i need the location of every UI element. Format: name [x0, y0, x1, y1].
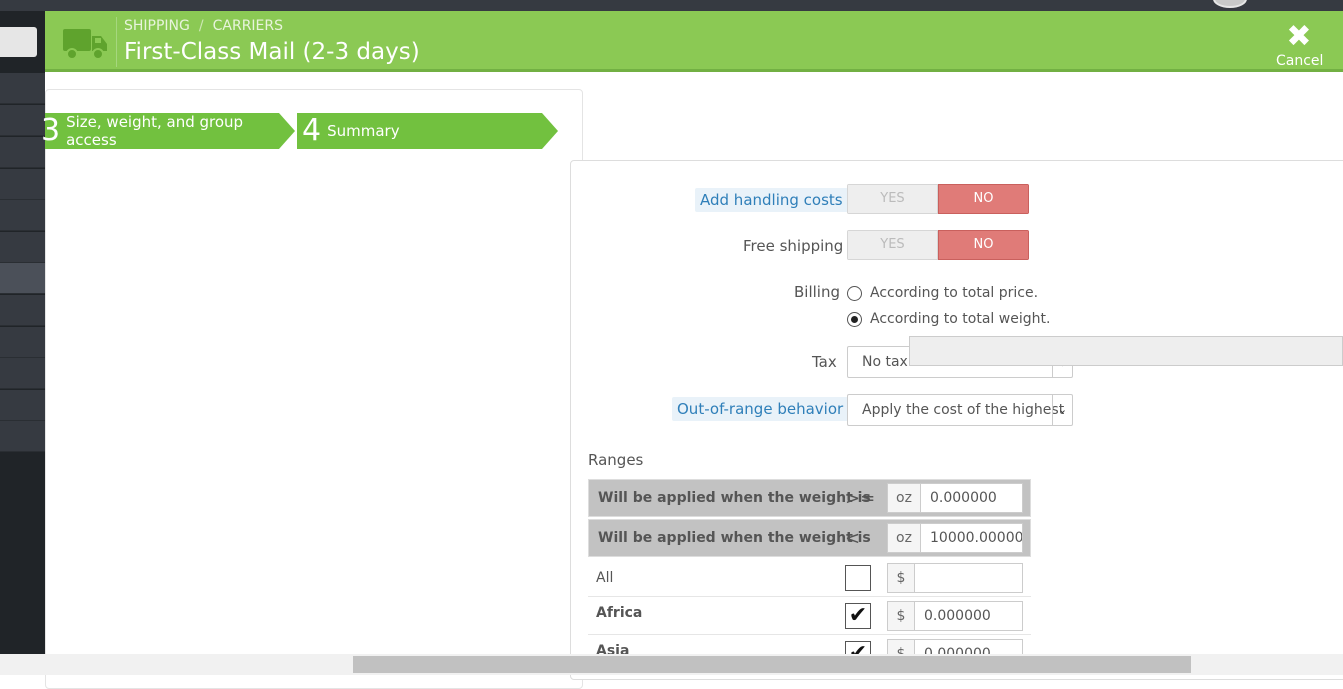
breadcrumb-separator: / — [198, 18, 204, 34]
zone-checkbox-all[interactable] — [845, 565, 871, 591]
sidebar-item[interactable] — [0, 327, 45, 358]
step-size-weight[interactable]: 3 Size, weight, and group access — [41, 113, 299, 149]
billing-label: Billing — [794, 283, 840, 301]
breadcrumb: SHIPPING / CARRIERS — [124, 18, 283, 34]
range-upper-input[interactable]: 10000.000000 — [920, 523, 1023, 553]
free-shipping-no-option[interactable]: NO — [938, 230, 1029, 260]
unit-addon: oz — [887, 483, 921, 513]
handling-no-option[interactable]: NO — [938, 184, 1029, 214]
range-condition-text: Will be applied when the weight is — [598, 530, 871, 546]
handling-yes-option[interactable]: YES — [847, 184, 938, 214]
tax-label: Tax — [812, 353, 837, 371]
free-shipping-label: Free shipping — [743, 237, 844, 255]
sidebar-item[interactable] — [0, 232, 45, 263]
step-summary[interactable]: 4 Summary — [297, 113, 558, 149]
top-bar — [0, 0, 1343, 11]
currency-addon: $ — [887, 563, 915, 593]
sidebar-item[interactable] — [0, 358, 45, 389]
page-header: SHIPPING / CARRIERS First-Class Mail (2-3 … — [45, 11, 1343, 72]
free-shipping-yes-option[interactable]: YES — [847, 230, 938, 260]
zone-name: Africa — [596, 605, 643, 621]
range-operator: >= — [845, 488, 876, 509]
add-handling-costs-label[interactable]: Add handling costs — [695, 188, 848, 212]
ranges-heading: Ranges — [588, 451, 644, 469]
currency-addon: $ — [887, 601, 915, 631]
radio-button[interactable] — [847, 285, 862, 301]
sidebar-item[interactable] — [0, 105, 45, 136]
out-of-range-value: Apply the cost of the highest — [862, 402, 1065, 418]
sidebar-item-shipping[interactable] — [0, 263, 45, 294]
avatar[interactable] — [1213, 0, 1247, 8]
truck-icon — [63, 29, 107, 60]
billing-option-label: According to total price. — [870, 285, 1039, 301]
unit-addon: oz — [887, 523, 921, 553]
step-arrow — [542, 113, 558, 149]
billing-option-price[interactable]: According to total price. — [847, 285, 1038, 301]
horizontal-scrollbar-thumb[interactable] — [353, 656, 1191, 673]
sidebar-search[interactable] — [0, 27, 37, 57]
close-icon: ✖ — [1286, 19, 1312, 54]
page-title: First-Class Mail (2-3 days) — [124, 39, 420, 65]
range-operator: < — [845, 528, 861, 549]
header-divider — [116, 17, 117, 67]
cancel-label: Cancel — [1276, 53, 1324, 69]
sidebar-item[interactable] — [0, 421, 45, 452]
sidebar-item[interactable] — [0, 295, 45, 326]
zone-name: All — [596, 570, 614, 586]
sidebar-item[interactable] — [0, 200, 45, 231]
sidebar — [0, 11, 45, 654]
out-of-range-select[interactable]: Apply the cost of the highest ⌄ — [847, 394, 1073, 426]
step-number: 4 — [302, 113, 322, 148]
radio-button-selected[interactable] — [847, 311, 862, 327]
zone-price-input-all[interactable] — [914, 563, 1023, 593]
billing-option-weight[interactable]: According to total weight. — [847, 311, 1050, 327]
step-number: 3 — [41, 113, 61, 148]
breadcrumb-shipping[interactable]: SHIPPING — [124, 18, 190, 34]
tax-value: No tax — [862, 354, 908, 370]
range-lower-input[interactable]: 0.000000 — [920, 483, 1023, 513]
sidebar-item[interactable] — [0, 73, 45, 104]
range-condition-text: Will be applied when the weight is — [598, 490, 871, 506]
zone-checkbox-africa[interactable]: ✔ — [845, 603, 871, 629]
out-of-range-label[interactable]: Out-of-range behavior — [672, 397, 849, 421]
help-button[interactable] — [1334, 22, 1343, 72]
wizard-steps-panel — [45, 89, 583, 689]
sidebar-item[interactable] — [0, 169, 45, 200]
step-label: Size, weight, and group access — [66, 113, 244, 149]
handling-costs-switch[interactable]: YES NO — [847, 184, 1029, 214]
billing-option-label: According to total weight. — [870, 311, 1051, 327]
free-shipping-switch[interactable]: YES NO — [847, 230, 1029, 260]
sidebar-item[interactable] — [0, 390, 45, 421]
step-arrow — [279, 113, 295, 149]
cancel-button[interactable]: ✖ Cancel — [1276, 19, 1324, 72]
step-label: Summary — [327, 122, 400, 140]
breadcrumb-carriers[interactable]: CARRIERS — [213, 18, 283, 34]
zone-price-input-africa[interactable]: 0.000000 — [914, 601, 1023, 631]
dropdown-overlay — [909, 336, 1343, 366]
chevron-down-icon: ⌄ — [1052, 395, 1072, 425]
sidebar-item[interactable] — [0, 137, 45, 168]
